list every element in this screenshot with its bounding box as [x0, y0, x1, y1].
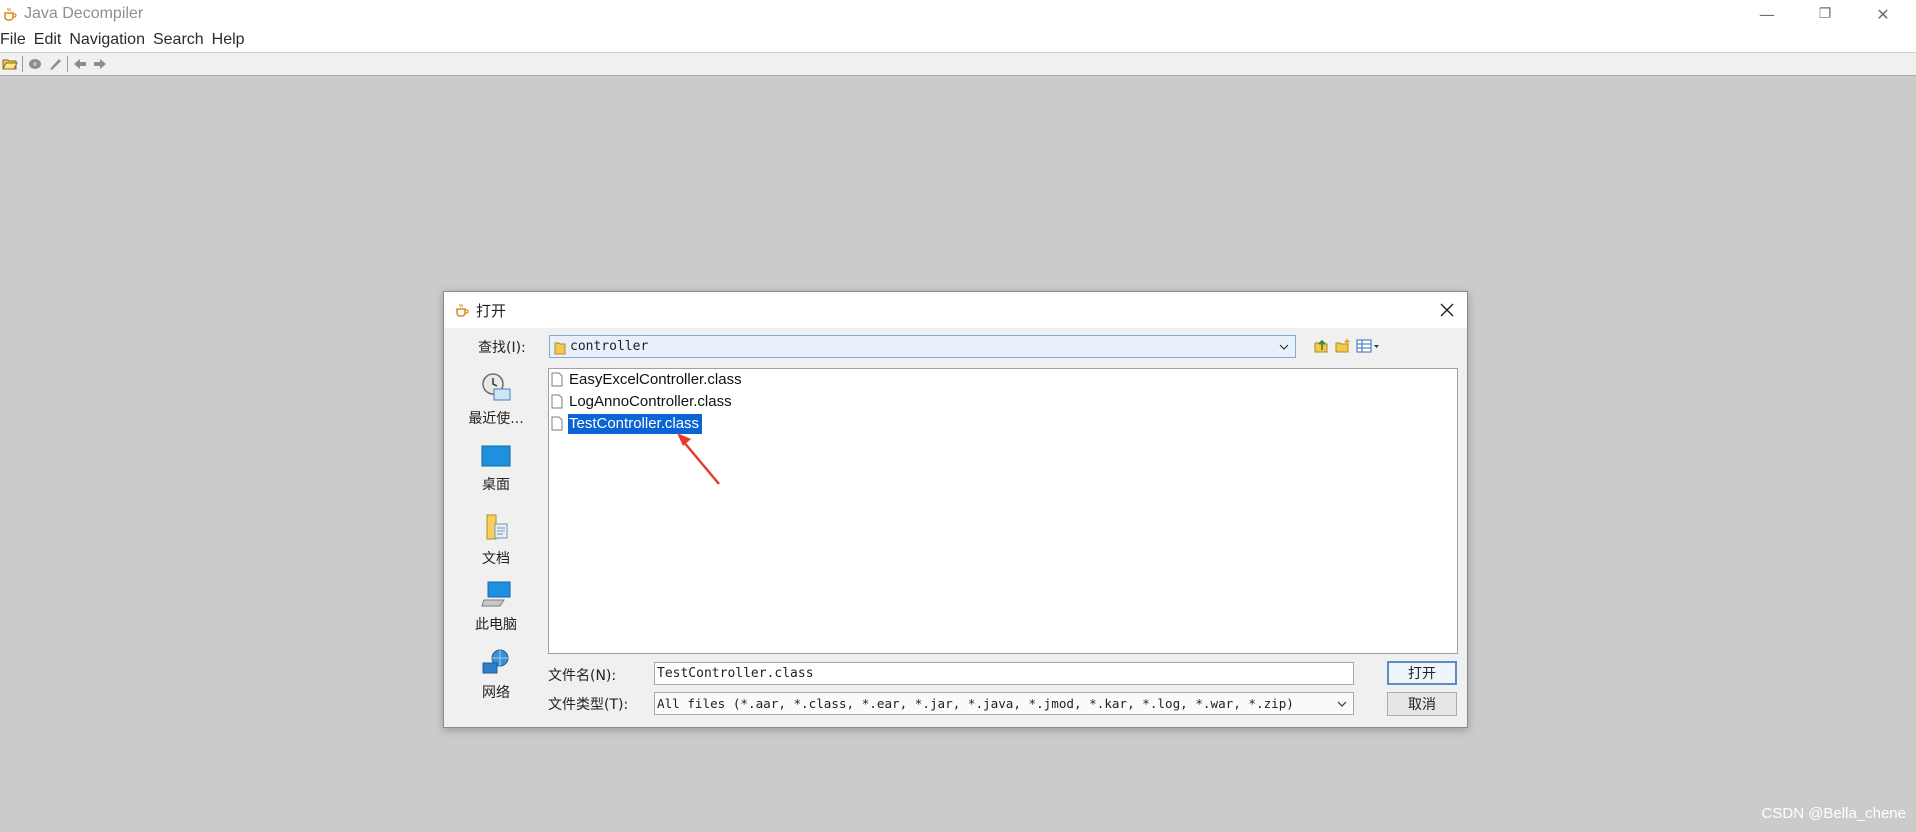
minimize-button[interactable]: —: [1739, 0, 1795, 28]
computer-icon: [480, 580, 512, 612]
window-title: Java Decompiler: [24, 5, 144, 22]
menu-navigation[interactable]: Navigation: [69, 31, 153, 49]
forward-icon[interactable]: [90, 55, 110, 73]
close-icon: [1440, 303, 1454, 317]
recent-items-icon: [480, 372, 512, 406]
up-folder-icon[interactable]: [1311, 337, 1331, 355]
file-name: LogAnnoController.class: [569, 393, 732, 410]
place-recent[interactable]: 最近使...: [454, 372, 538, 434]
coffee-cup-icon: [454, 302, 470, 318]
file-name: EasyExcelController.class: [569, 371, 742, 388]
list-item[interactable]: EasyExcelController.class: [551, 370, 745, 390]
dialog-close-button[interactable]: [1433, 296, 1461, 324]
filename-field[interactable]: [654, 662, 1354, 685]
toolbar-separator: [22, 56, 23, 72]
network-icon: [480, 648, 512, 680]
chevron-down-icon[interactable]: [1335, 695, 1349, 713]
maximize-button[interactable]: ❐: [1797, 0, 1853, 28]
menu-bar: File Edit Navigation Search Help: [0, 28, 1916, 53]
place-documents-label: 文档: [482, 551, 510, 567]
view-menu-icon[interactable]: [1355, 337, 1381, 355]
dialog-title-bar: 打开: [444, 292, 1467, 328]
desktop-icon: [481, 444, 511, 472]
menu-edit[interactable]: Edit: [34, 31, 70, 49]
menu-help[interactable]: Help: [212, 31, 251, 49]
file-list[interactable]: EasyExcelController.class LogAnnoControl…: [548, 368, 1458, 654]
cancel-button[interactable]: 取消: [1387, 692, 1457, 716]
open-folder-icon[interactable]: [0, 55, 20, 73]
place-network-label: 网络: [482, 685, 510, 701]
documents-icon: [481, 512, 511, 546]
dialog-title: 打开: [476, 301, 507, 320]
list-item[interactable]: LogAnnoController.class: [551, 392, 735, 412]
look-in-label: 查找(I):: [478, 340, 526, 356]
coffee-cup-icon: [2, 6, 18, 22]
new-folder-icon[interactable]: [1333, 337, 1353, 355]
close-button[interactable]: ✕: [1855, 0, 1911, 28]
filetype-value: All files (*.aar, *.class, *.ear, *.jar,…: [657, 696, 1294, 711]
folder-icon: [554, 340, 566, 354]
annotation-arrow-icon: [677, 433, 720, 485]
place-recent-label: 最近使...: [468, 411, 524, 427]
menu-file[interactable]: File: [0, 31, 34, 49]
place-computer-label: 此电脑: [475, 617, 517, 633]
file-icon: [551, 416, 565, 432]
toolbar-separator: [67, 56, 68, 72]
filetype-label: 文件类型(T):: [548, 697, 629, 713]
open-file-dialog: 打开 查找(I): controller 最近使... 桌面 文档 此电脑 网络…: [443, 291, 1468, 728]
open-type-icon[interactable]: [25, 55, 45, 73]
filetype-combo[interactable]: All files (*.aar, *.class, *.ear, *.jar,…: [654, 692, 1354, 715]
place-desktop[interactable]: 桌面: [454, 444, 538, 506]
chevron-down-icon[interactable]: [1277, 338, 1291, 356]
open-button[interactable]: 打开: [1387, 661, 1457, 685]
menu-search[interactable]: Search: [153, 31, 212, 49]
places-bar: 最近使... 桌面 文档 此电脑 网络: [454, 368, 538, 714]
place-desktop-label: 桌面: [482, 477, 510, 493]
file-icon: [551, 372, 565, 388]
place-documents[interactable]: 文档: [454, 512, 538, 574]
search-icon[interactable]: [45, 55, 65, 73]
file-icon: [551, 394, 565, 410]
filename-label: 文件名(N):: [548, 668, 617, 684]
main-toolbar: [0, 53, 1916, 76]
app-title-bar: Java Decompiler — ❐ ✕: [0, 0, 1916, 28]
place-network[interactable]: 网络: [454, 648, 538, 710]
back-icon[interactable]: [70, 55, 90, 73]
watermark: CSDN @Bella_chene: [1761, 805, 1906, 822]
look-in-combo[interactable]: controller: [549, 335, 1296, 358]
look-in-value: controller: [570, 339, 649, 354]
place-computer[interactable]: 此电脑: [454, 580, 538, 642]
